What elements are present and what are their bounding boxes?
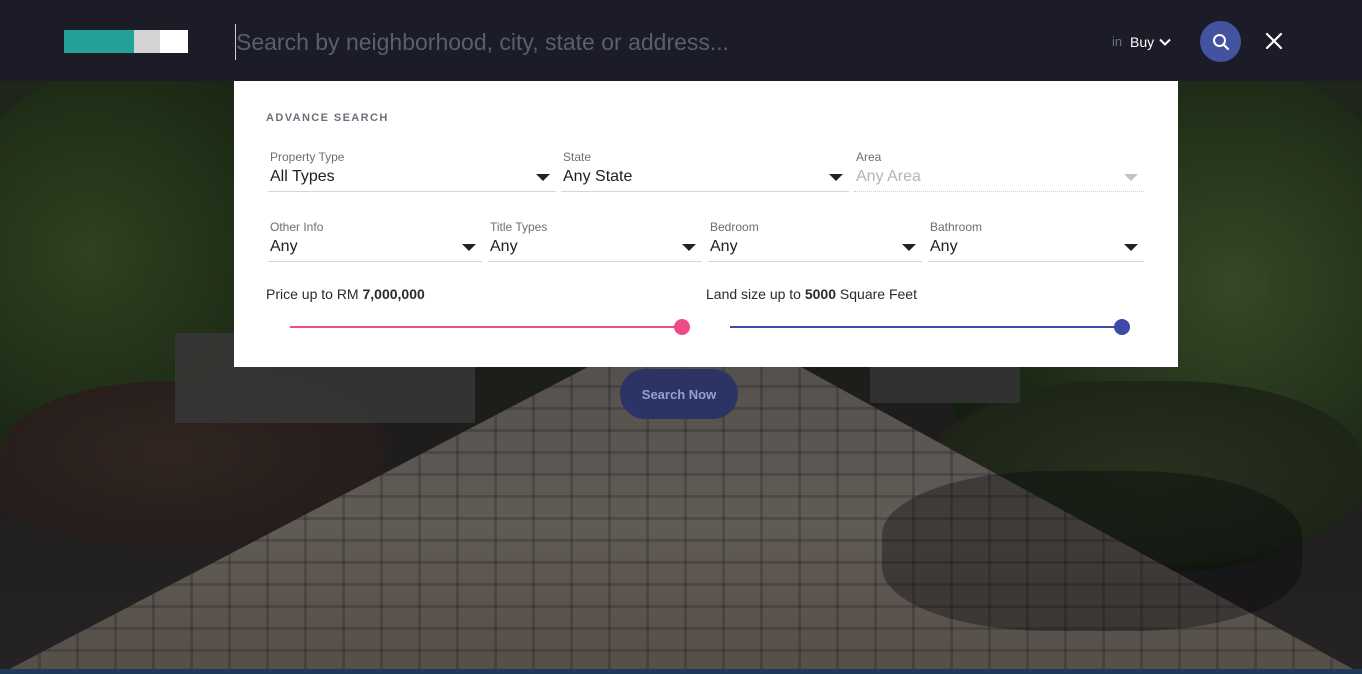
- state-box[interactable]: Any State: [561, 164, 849, 192]
- title-types-value: Any: [490, 238, 518, 255]
- property-type-label: Property Type: [270, 150, 345, 164]
- bathroom-box[interactable]: Any: [928, 234, 1144, 262]
- in-label: in: [1112, 34, 1123, 49]
- other-info-value: Any: [270, 238, 298, 255]
- chevron-down-icon: [1159, 38, 1171, 46]
- bedroom-box[interactable]: Any: [708, 234, 922, 262]
- state-select[interactable]: State Any State: [561, 150, 849, 192]
- close-button[interactable]: [1262, 29, 1286, 53]
- search-button[interactable]: [1200, 21, 1241, 62]
- title-types-select[interactable]: Title Types Any: [488, 220, 702, 262]
- top-search-bar: in Buy: [0, 0, 1362, 81]
- other-info-select[interactable]: Other Info Any: [268, 220, 482, 262]
- dropdown-arrow-icon: [829, 174, 843, 181]
- land-size-slider-label: Land size up to 5000 Square Feet: [706, 286, 917, 302]
- area-label: Area: [856, 150, 882, 164]
- dropdown-arrow-icon: [536, 174, 550, 181]
- panel-title: ADVANCE SEARCH: [266, 112, 389, 124]
- advance-search-panel: ADVANCE SEARCH Property Type All Types S…: [234, 81, 1178, 367]
- dropdown-arrow-icon: [1124, 244, 1138, 251]
- land-prefix: Land size up to: [706, 286, 805, 302]
- price-slider-thumb[interactable]: [674, 319, 690, 335]
- state-label: State: [563, 150, 592, 164]
- dropdown-arrow-icon: [682, 244, 696, 251]
- dropdown-arrow-icon: [902, 244, 916, 251]
- bedroom-select[interactable]: Bedroom Any: [708, 220, 922, 262]
- title-types-box[interactable]: Any: [488, 234, 702, 262]
- bathroom-label: Bathroom: [930, 220, 983, 234]
- area-value: Any Area: [856, 168, 921, 185]
- land-size-slider-track[interactable]: [730, 326, 1122, 328]
- bathroom-value: Any: [930, 238, 958, 255]
- logo-block-teal: [64, 30, 134, 53]
- search-icon: [1212, 33, 1229, 50]
- search-input[interactable]: [235, 24, 1036, 60]
- bottom-strip: [0, 669, 1362, 674]
- bedroom-label: Bedroom: [710, 220, 759, 234]
- land-suffix: Square Feet: [836, 286, 917, 302]
- close-icon: [1265, 32, 1283, 50]
- land-value: 5000: [804, 286, 837, 302]
- state-value: Any State: [563, 168, 633, 185]
- other-info-box[interactable]: Any: [268, 234, 482, 262]
- listing-mode-value: Buy: [1130, 34, 1155, 50]
- other-info-label: Other Info: [270, 220, 324, 234]
- title-types-label: Title Types: [490, 220, 548, 234]
- price-prefix: Price up to RM: [266, 286, 363, 302]
- property-type-select[interactable]: Property Type All Types: [268, 150, 556, 192]
- dropdown-arrow-icon: [1124, 174, 1138, 181]
- land-size-slider-thumb[interactable]: [1114, 319, 1130, 335]
- price-slider-label: Price up to RM 7,000,000: [266, 286, 425, 302]
- search-now-button[interactable]: Search Now: [620, 369, 738, 419]
- site-logo[interactable]: [64, 30, 188, 53]
- area-box: Any Area: [854, 164, 1144, 192]
- bedroom-value: Any: [710, 238, 738, 255]
- area-select: Area Any Area: [854, 150, 1144, 192]
- property-type-value: All Types: [270, 168, 335, 185]
- dropdown-arrow-icon: [462, 244, 476, 251]
- listing-mode-dropdown[interactable]: Buy: [1130, 32, 1171, 52]
- price-value: 7,000,000: [362, 286, 425, 302]
- property-type-box[interactable]: All Types: [268, 164, 556, 192]
- logo-block-white: [160, 30, 188, 53]
- price-slider-track[interactable]: [290, 326, 682, 328]
- bathroom-select[interactable]: Bathroom Any: [928, 220, 1144, 262]
- logo-block-grey: [134, 30, 160, 53]
